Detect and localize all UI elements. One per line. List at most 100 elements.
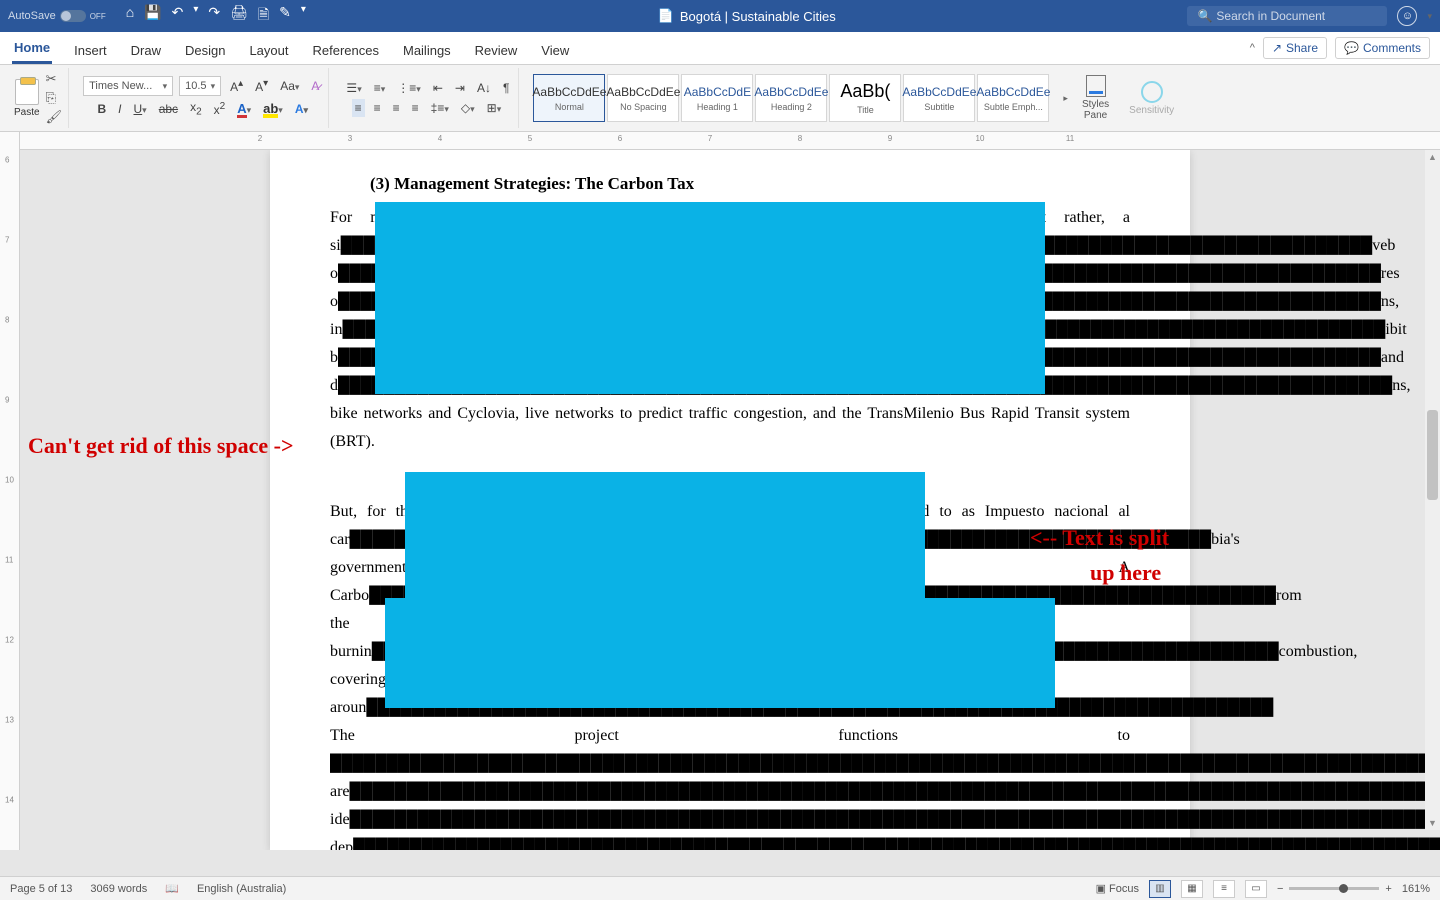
comments-button[interactable]: 💬Comments <box>1335 37 1430 59</box>
annotation-left: Can't get rid of this space -> <box>28 433 294 459</box>
borders-button[interactable]: ⊞▾ <box>484 99 505 117</box>
redo-icon[interactable]: ↷ <box>208 4 220 28</box>
tab-home[interactable]: Home <box>12 34 52 64</box>
autosave-state: OFF <box>90 12 106 21</box>
strikethrough-button[interactable]: abc <box>156 100 181 118</box>
zoom-level[interactable]: 161% <box>1402 883 1430 895</box>
tab-references[interactable]: References <box>311 37 381 64</box>
sensitivity-icon <box>1141 81 1163 103</box>
font-size-dropdown[interactable]: 10.5▾ <box>179 76 221 96</box>
vertical-ruler[interactable]: 67891011121314 <box>0 150 20 850</box>
copy-icon[interactable]: ⎘ <box>46 90 63 106</box>
styles-pane-icon <box>1086 75 1106 97</box>
print-icon[interactable]: 🖨 <box>230 4 248 28</box>
style-heading-2[interactable]: AaBbCcDdEeHeading 2 <box>755 74 827 122</box>
workspace: 67891011121314 (3) Management Strategies… <box>0 150 1440 850</box>
tab-mailings[interactable]: Mailings <box>401 37 453 64</box>
sensitivity-button: Sensitivity <box>1129 81 1174 116</box>
increase-indent-button[interactable]: ⇥ <box>452 79 468 97</box>
style-no-spacing[interactable]: AaBbCcDdEeNo Spacing <box>607 74 679 122</box>
change-case-icon[interactable]: Aa▾ <box>277 77 302 95</box>
scroll-thumb[interactable] <box>1427 410 1438 500</box>
clear-formatting-icon[interactable]: A̷ <box>308 77 322 95</box>
editmode-icon[interactable]: ✎ <box>279 4 291 28</box>
undo-icon[interactable]: ↶ <box>172 4 184 28</box>
focus-mode-button[interactable]: ▣ Focus <box>1096 882 1139 895</box>
justify-button[interactable]: ≡ <box>409 99 422 117</box>
vertical-scrollbar[interactable]: ▲ ▼ <box>1425 150 1440 830</box>
quick-access-toolbar: ⌂ 💾 ↶ ▾ ↷ 🖨 🗎 ✎ ▾ <box>126 4 306 28</box>
autosave-toggle[interactable]: AutoSave OFF <box>8 10 106 22</box>
cut-icon[interactable]: ✂ <box>46 71 63 87</box>
style-subtitle[interactable]: AaBbCcDdEeSubtitle <box>903 74 975 122</box>
line-spacing-button[interactable]: ‡≡▾ <box>428 99 452 117</box>
paste-button[interactable]: Paste <box>14 79 40 118</box>
style-subtle-emph-[interactable]: AaBbCcDdEeSubtle Emph... <box>977 74 1049 122</box>
style-title[interactable]: AaBb(Title <box>829 74 901 122</box>
shading-button[interactable]: ◇▾ <box>458 99 478 117</box>
ruler-row: 234567891011 <box>0 132 1440 150</box>
scroll-up-icon[interactable]: ▲ <box>1428 152 1437 162</box>
tab-layout[interactable]: Layout <box>247 37 290 64</box>
font-color-button[interactable]: A▾ <box>234 99 254 118</box>
subscript-button[interactable]: x2 <box>187 98 205 119</box>
superscript-button[interactable]: x2 <box>211 99 229 119</box>
draft-view-icon[interactable]: ▭ <box>1245 880 1267 898</box>
slider-track[interactable] <box>1289 887 1379 890</box>
underline-button[interactable]: U▾ <box>131 100 150 118</box>
page-indicator[interactable]: Page 5 of 13 <box>10 883 72 895</box>
align-left-button[interactable]: ≡ <box>352 99 365 117</box>
numbering-button[interactable]: ≡▾ <box>371 79 389 97</box>
save-icon[interactable]: 💾 <box>144 4 161 28</box>
format-painter-icon[interactable]: 🖌 <box>46 109 63 125</box>
sort-button[interactable]: A↓ <box>474 79 494 97</box>
print-layout-view-icon[interactable]: ▥ <box>1149 880 1171 898</box>
style-normal[interactable]: AaBbCcDdEeNormal <box>533 74 605 122</box>
language-indicator[interactable]: English (Australia) <box>197 883 286 895</box>
italic-button[interactable]: I <box>115 100 124 118</box>
search-placeholder: Search in Document <box>1216 9 1325 23</box>
bold-button[interactable]: B <box>94 100 109 118</box>
styles-group: AaBbCcDdEeNormalAaBbCcDdEeNo SpacingAaBb… <box>527 68 1055 128</box>
word-count[interactable]: 3069 words <box>90 883 147 895</box>
user-account-icon[interactable]: ☺ <box>1397 6 1417 26</box>
home-icon[interactable]: ⌂ <box>126 4 134 28</box>
align-center-button[interactable]: ≡ <box>371 99 384 117</box>
tab-design[interactable]: Design <box>183 37 227 64</box>
annotation-right-2: up here <box>1090 560 1161 586</box>
user-chevron-icon[interactable]: ▾ <box>1427 11 1432 22</box>
ribbon-collapse-icon[interactable]: ^ <box>1250 42 1255 54</box>
text-highlight-button[interactable]: ab▾ <box>260 99 286 118</box>
styles-more-icon[interactable]: ▸ <box>1063 93 1068 104</box>
undo-chevron-icon[interactable]: ▾ <box>193 4 198 28</box>
zoom-out-icon[interactable]: − <box>1277 883 1283 895</box>
section-heading[interactable]: (3) Management Strategies: The Carbon Ta… <box>370 174 1130 194</box>
share-button[interactable]: ↗Share <box>1263 37 1327 59</box>
newdoc-icon[interactable]: 🗎 <box>258 4 269 28</box>
styles-pane-button[interactable]: Styles Pane <box>1082 75 1109 121</box>
scroll-down-icon[interactable]: ▼ <box>1428 818 1437 828</box>
tab-review[interactable]: Review <box>473 37 520 64</box>
font-name-dropdown[interactable]: Times New...▾ <box>83 76 173 96</box>
multilevel-list-button[interactable]: ⋮≡▾ <box>394 79 424 97</box>
page-area[interactable]: (3) Management Strategies: The Carbon Ta… <box>20 150 1440 850</box>
style-heading-1[interactable]: AaBbCcDdEHeading 1 <box>681 74 753 122</box>
web-layout-view-icon[interactable]: ▦ <box>1181 880 1203 898</box>
spellcheck-icon[interactable]: 📖 <box>165 882 179 895</box>
align-right-button[interactable]: ≡ <box>390 99 403 117</box>
zoom-slider[interactable]: − + <box>1277 883 1392 895</box>
shrink-font-icon[interactable]: A▾ <box>252 76 271 96</box>
show-marks-button[interactable]: ¶ <box>500 79 512 97</box>
slider-thumb-icon[interactable] <box>1339 884 1348 893</box>
horizontal-ruler[interactable]: 234567891011 <box>20 132 1440 150</box>
grow-font-icon[interactable]: A▴ <box>227 76 246 96</box>
outline-view-icon[interactable]: ≡ <box>1213 880 1235 898</box>
tab-insert[interactable]: Insert <box>72 37 109 64</box>
decrease-indent-button[interactable]: ⇤ <box>430 79 446 97</box>
bullets-button[interactable]: ☰▾ <box>343 79 364 97</box>
text-effects-button[interactable]: A▾ <box>292 100 311 118</box>
tab-view[interactable]: View <box>539 37 571 64</box>
tab-draw[interactable]: Draw <box>129 37 163 64</box>
zoom-in-icon[interactable]: + <box>1385 883 1391 895</box>
search-input[interactable]: 🔍 Search in Document <box>1187 6 1387 26</box>
